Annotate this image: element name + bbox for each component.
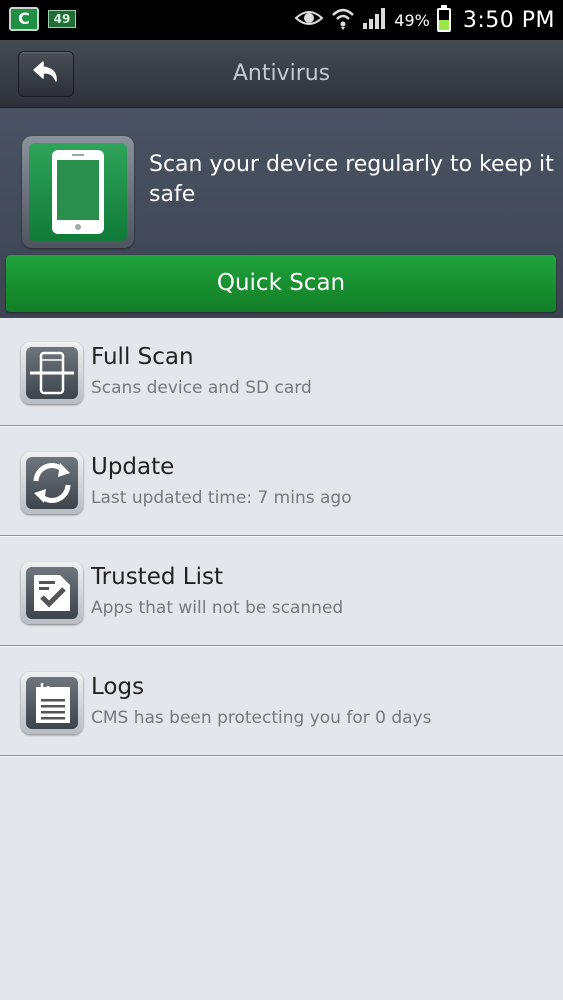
- menu-item-title: Update: [91, 454, 175, 480]
- antivirus-menu: Full Scan Scans device and SD card Updat…: [0, 318, 563, 758]
- wifi-icon: [330, 5, 356, 35]
- menu-item-update[interactable]: Update Last updated time: 7 mins ago: [0, 428, 563, 536]
- notification-count-badge: 49: [48, 10, 76, 28]
- checklist-icon: [34, 575, 70, 611]
- menu-item-title: Trusted List: [91, 564, 223, 590]
- phone-icon-tile: [22, 136, 134, 248]
- document-clip-icon: [36, 683, 70, 723]
- menu-item-title: Full Scan: [91, 344, 194, 370]
- eye-icon: [294, 8, 324, 32]
- phone-scan-icon: [30, 351, 74, 395]
- menu-item-subtitle: Apps that will not be scanned: [91, 598, 344, 618]
- menu-item-title: Logs: [91, 674, 145, 700]
- status-bar: C 49 49% 3:50 PM: [0, 0, 563, 40]
- refresh-icon: [33, 463, 71, 503]
- title-bar: Antivirus: [0, 40, 563, 108]
- menu-item-logs[interactable]: Logs CMS has been protecting you for 0 d…: [0, 648, 563, 756]
- scan-reminder-text: Scan your device regularly to keep it sa…: [149, 152, 554, 207]
- phone-icon: [52, 150, 104, 234]
- quick-scan-button[interactable]: Quick Scan: [6, 255, 556, 312]
- page-title: Antivirus: [232, 61, 331, 86]
- scan-banner: Scan your device regularly to keep it sa…: [0, 108, 563, 318]
- menu-item-subtitle: Last updated time: 7 mins ago: [91, 488, 352, 508]
- battery-icon: [436, 5, 451, 32]
- menu-item-subtitle: CMS has been protecting you for 0 days: [91, 708, 432, 728]
- menu-item-trusted-list[interactable]: Trusted List Apps that will not be scann…: [0, 538, 563, 646]
- battery-percent: 49%: [394, 10, 430, 30]
- app-notification-icon: C: [9, 7, 39, 31]
- menu-item-full-scan[interactable]: Full Scan Scans device and SD card: [0, 318, 563, 426]
- clock: 3:50 PM: [462, 7, 555, 33]
- menu-item-subtitle: Scans device and SD card: [91, 378, 312, 398]
- signal-icon: [362, 6, 388, 34]
